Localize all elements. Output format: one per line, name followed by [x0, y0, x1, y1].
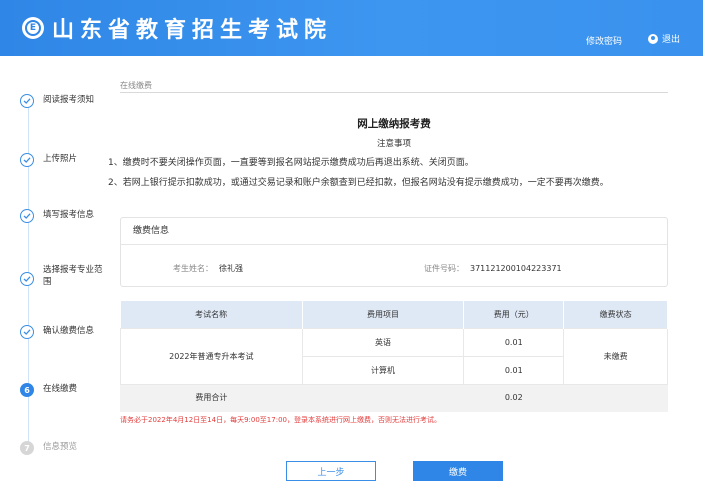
step-select-major: 选择报考专业范围: [20, 264, 103, 288]
check-icon: [20, 272, 34, 286]
user-icon: [648, 33, 658, 44]
pay-button[interactable]: 缴费: [413, 461, 503, 481]
fee-amount-cell: 0.01: [463, 355, 565, 385]
total-row: 费用合计 0.02: [120, 383, 668, 412]
name-label: 考生姓名：: [173, 264, 213, 273]
step-fill-info: 填写报考信息: [20, 209, 94, 223]
table-header-row: 考试名称 费用项目 费用（元） 缴费状态: [120, 301, 668, 328]
step-label: 在线缴费: [43, 384, 78, 394]
empty-cell: [563, 383, 668, 412]
check-icon: [20, 153, 34, 167]
total-label-cell: 费用合计: [120, 383, 303, 412]
step-upload-photo: 上传照片: [20, 153, 77, 167]
name-value: 徐礼强: [219, 264, 243, 273]
column-header: 费用（元）: [463, 301, 565, 328]
total-amount-cell: 0.02: [463, 383, 565, 412]
breadcrumb: 在线缴费: [120, 81, 152, 90]
divider: [120, 92, 668, 93]
step-label: 上传照片: [43, 154, 78, 164]
step-read-notice: 阅读报考须知: [20, 94, 94, 108]
id-label: 证件号码：: [424, 264, 464, 273]
page-title: 网上缴纳报考费: [357, 118, 431, 130]
payment-deadline-warning: 请务必于2022年4月12日至14日，每天9:00至17:00，登录本系统进行网…: [120, 416, 441, 424]
payment-info-card: 缴费信息 考生姓名： 徐礼强 证件号码： 371121200104223371: [120, 217, 668, 287]
column-header: 缴费状态: [563, 301, 668, 328]
step-label: 选择报考专业范围: [43, 265, 103, 287]
step-number-badge: 7: [20, 441, 34, 455]
notice-item: 2、若网上银行提示扣款成功，或通过交易记录和账户余额查到已经扣款，但报名网站没有…: [108, 178, 609, 188]
step-label: 阅读报考须知: [43, 95, 95, 105]
fee-item-cell: 英语: [301, 327, 465, 357]
id-number-row: 证件号码： 371121200104223371: [424, 263, 562, 274]
column-header: 费用项目: [302, 301, 465, 328]
payment-info-heading: 缴费信息: [121, 218, 667, 245]
change-password-link[interactable]: 修改密码: [586, 34, 622, 47]
logout-label: 退出: [662, 35, 681, 45]
step-online-payment: 6 在线缴费: [20, 383, 77, 397]
step-number-badge: 6: [20, 383, 34, 397]
student-name-row: 考生姓名： 徐礼强: [173, 263, 243, 274]
table-row: 2022年普通专升本考试 英语 0.01 未缴费: [120, 327, 668, 385]
site-title: 山东省教育招生考试院: [52, 17, 333, 43]
logout-button[interactable]: 退出: [648, 32, 680, 45]
fee-amount-cell: 0.01: [463, 327, 565, 357]
empty-cell: [301, 383, 465, 412]
previous-step-button[interactable]: 上一步: [286, 461, 376, 481]
step-confirm-fee: 确认缴费信息: [20, 325, 94, 339]
column-header: 考试名称: [120, 301, 303, 328]
step-label: 填写报考信息: [43, 210, 95, 220]
step-label: 信息预览: [43, 442, 78, 452]
payment-status-cell: 未缴费: [563, 327, 668, 385]
notice-item: 1、缴费时不要关闭操作页面，一直要等到报名网站提示缴费成功后再退出系统、关闭页面…: [108, 158, 474, 168]
check-icon: [20, 94, 34, 108]
check-icon: [20, 209, 34, 223]
check-icon: [20, 325, 34, 339]
logo-icon: E: [22, 17, 44, 39]
step-preview: 7 信息预览: [20, 441, 77, 455]
exam-name-cell: 2022年普通专升本考试: [120, 327, 303, 385]
id-value: 371121200104223371: [470, 264, 562, 273]
header-bar: E 山东省教育招生考试院 修改密码 退出: [0, 0, 703, 56]
step-label: 确认缴费信息: [43, 326, 95, 336]
fee-table: 考试名称 费用项目 费用（元） 缴费状态 2022年普通专升本考试 英语 0.0…: [120, 301, 668, 412]
fee-item-cell: 计算机: [301, 355, 465, 385]
notice-title: 注意事项: [376, 139, 411, 149]
